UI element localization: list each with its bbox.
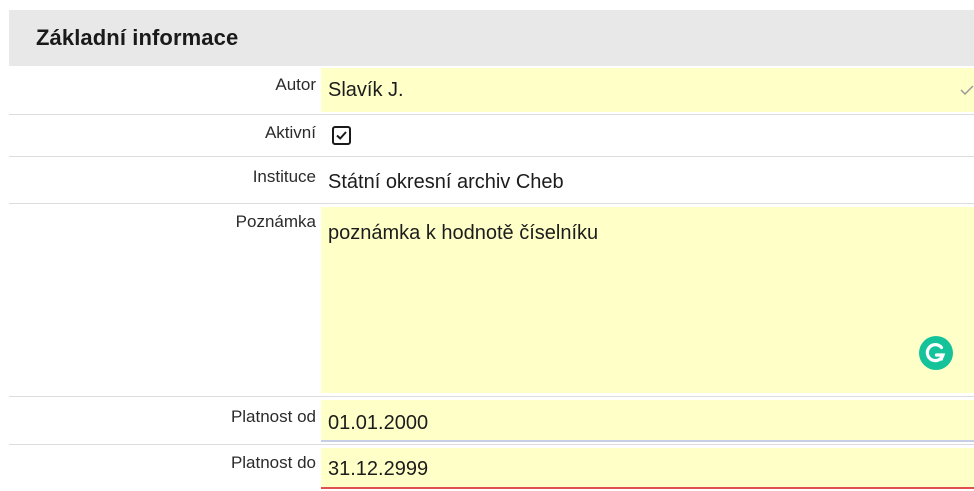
platnost-do-input[interactable]: 31.12.2999 bbox=[321, 448, 974, 489]
checkmark-icon bbox=[960, 83, 974, 97]
aktivni-field bbox=[321, 115, 974, 155]
checkbox-checked-icon bbox=[336, 131, 347, 140]
label-platnost-do: Platnost do bbox=[230, 453, 316, 472]
poznamka-value: poznámka k hodnotě číselníku bbox=[328, 222, 599, 244]
autor-value: Slavík J. bbox=[328, 79, 404, 101]
grammarly-icon[interactable] bbox=[919, 336, 953, 370]
aktivni-checkbox[interactable] bbox=[332, 126, 351, 145]
platnost-od-value: 01.01.2000 bbox=[328, 412, 429, 434]
detail-panel: Základní informace Autor Slavík J. Aktiv… bbox=[0, 0, 974, 491]
platnost-do-value: 31.12.2999 bbox=[328, 458, 429, 480]
label-aktivni: Aktivní bbox=[264, 123, 316, 142]
label-instituce: Instituce bbox=[252, 167, 316, 186]
autor-select[interactable]: Slavík J. bbox=[321, 68, 974, 112]
section-header: Základní informace bbox=[9, 10, 974, 66]
section-title: Základní informace bbox=[36, 25, 239, 50]
label-autor: Autor bbox=[275, 75, 316, 94]
platnost-od-input[interactable]: 01.01.2000 bbox=[321, 400, 974, 442]
poznamka-textarea[interactable]: poznámka k hodnotě číselníku bbox=[321, 207, 974, 393]
label-poznamka: Poznámka bbox=[235, 212, 316, 231]
label-platnost-od: Platnost od bbox=[230, 407, 316, 426]
instituce-value: Státní okresní archiv Cheb bbox=[328, 171, 564, 193]
instituce-field: Státní okresní archiv Cheb bbox=[321, 157, 974, 202]
